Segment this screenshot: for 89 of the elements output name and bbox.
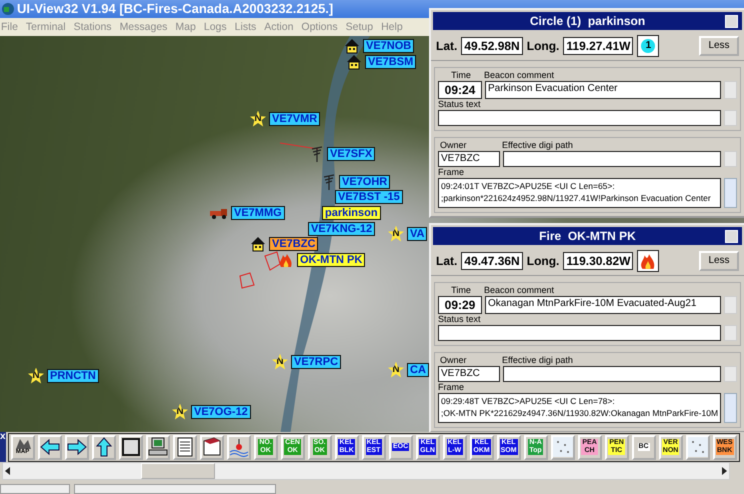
latitude-field: 49.47.36N: [461, 252, 523, 270]
scroll-right-icon[interactable]: [719, 466, 729, 476]
station-label[interactable]: VE7BST -15: [335, 190, 403, 204]
antenna-icon: [310, 146, 324, 162]
beacon-comment-label: Beacon comment: [484, 284, 554, 296]
digi-path-label: Effective digi path: [502, 140, 573, 151]
fire-icon: [278, 252, 294, 268]
station-label[interactable]: VE7KNG-12: [308, 222, 376, 236]
station-label[interactable]: parkinson: [322, 206, 381, 220]
toolbar-button[interactable]: [118, 434, 143, 460]
horizontal-scroll-bar[interactable]: [2, 462, 730, 480]
station-label[interactable]: OK-MTN PK: [297, 252, 366, 267]
beacon-comment-field: Okanagan MtnParkFire-10M Evacuated-Aug21: [485, 296, 721, 314]
beacon-comment-label: Beacon comment: [484, 70, 554, 81]
time-field: 09:29: [438, 296, 482, 314]
window-title: Circle (1) parkinson: [530, 14, 646, 28]
station-label[interactable]: VA: [407, 226, 428, 241]
window-control-button[interactable]: [725, 14, 738, 28]
station-label[interactable]: CA: [407, 362, 429, 377]
frame-text: 09:29:48T VE7BZC>APU25E <UI C Len=78>: ;OK-MTN PK*221629z4947.36N/11930.82W:Okanagan MtnParkFire-10M: [438, 392, 721, 423]
owner-field: VE7BZC: [438, 366, 500, 382]
beacon-comment-field: Parkinson Evacuation Center: [485, 80, 721, 99]
globe-icon: [1, 2, 15, 16]
time-label: Time: [450, 284, 472, 296]
scroll-left-icon[interactable]: [3, 466, 13, 476]
frame-label: Frame: [438, 166, 464, 178]
station-label[interactable]: VE7SFX: [327, 146, 376, 161]
frame-label: Frame: [438, 382, 464, 393]
book-icon: [202, 437, 222, 458]
toolbar-button[interactable]: [38, 434, 62, 460]
buoy-icon: [228, 437, 249, 458]
antenna-icon: [322, 174, 336, 190]
toolbar-button[interactable]: [92, 434, 116, 460]
time-label: Time: [450, 70, 472, 81]
owner-field: VE7BZC: [438, 150, 500, 167]
frame-text: 09:24:01T VE7BZC>APU25E <UI C Len=65>: ;parkinson*221624z4952.98N/11927.41W!Parkinson Evacuation Center: [438, 178, 721, 208]
station-label[interactable]: VE7RPC: [291, 354, 342, 369]
digi-path-label: Effective digi path: [502, 354, 573, 366]
window-icon: [122, 438, 140, 456]
long-label: Long.: [526, 254, 560, 268]
fire-perimeter-outline: [239, 250, 281, 288]
scroll-thumb[interactable]: [141, 462, 215, 479]
station-label[interactable]: VE7BSM: [365, 54, 416, 69]
station-label[interactable]: VE7NOB: [363, 38, 414, 53]
house-icon: [344, 38, 360, 54]
computer-icon: [148, 437, 168, 458]
owner-label: Owner: [439, 140, 468, 151]
toolbar-button[interactable]: [200, 434, 224, 460]
dotted-map-icon: [552, 437, 573, 458]
owner-label: Owner: [439, 354, 468, 366]
less-button[interactable]: Less: [699, 36, 739, 56]
station-label[interactable]: VE7OHR: [339, 174, 390, 189]
track-line: [280, 142, 318, 150]
truck-icon: [210, 206, 228, 219]
status-text-field[interactable]: [438, 110, 721, 126]
scroll-bar[interactable]: [724, 392, 737, 423]
right-arrow-icon: [66, 438, 87, 456]
status-bar-panel: [0, 484, 70, 494]
toolbar-button[interactable]: [146, 434, 170, 460]
left-arrow-icon: [40, 438, 60, 456]
status-text-field[interactable]: [438, 324, 721, 341]
window-title: Fire OK-MTN PK: [539, 228, 636, 243]
longitude-field: 119.27.41W: [563, 36, 634, 55]
house-icon: [346, 54, 362, 70]
status-text-label: Status text: [438, 314, 481, 325]
time-field: 09:24: [438, 80, 482, 99]
status-text-label: Status text: [438, 98, 481, 110]
toolbar-button[interactable]: [172, 434, 197, 460]
numbered-circle-icon: 1: [641, 38, 656, 53]
window-control-button[interactable]: [725, 230, 738, 243]
station-label[interactable]: VE7BZC: [269, 236, 318, 251]
up-arrow-icon: [94, 437, 113, 458]
latitude-field: 49.52.98N: [461, 36, 523, 55]
window-title: UI-View32 V1.94 [BC-Fires-Canada.A2003232.2125.]: [17, 1, 334, 16]
scroll-bar[interactable]: [724, 178, 737, 208]
house-icon: [250, 236, 266, 252]
toolbar-button[interactable]: [64, 434, 89, 460]
station-label[interactable]: PRNCTN: [47, 368, 99, 383]
close-button[interactable]: x: [0, 432, 6, 462]
less-button[interactable]: Less: [699, 250, 739, 271]
longitude-field: 119.30.82W: [563, 252, 634, 270]
station-label[interactable]: VE7VMR: [269, 112, 320, 126]
dotted-map-icon: [688, 437, 708, 458]
station-label[interactable]: VE7MMG: [231, 206, 285, 220]
long-label: Long.: [526, 38, 560, 53]
lat-label: Lat.: [436, 38, 458, 53]
lat-label: Lat.: [436, 254, 458, 268]
document-icon: [176, 437, 193, 458]
station-label[interactable]: VE7OG-12: [191, 404, 251, 419]
